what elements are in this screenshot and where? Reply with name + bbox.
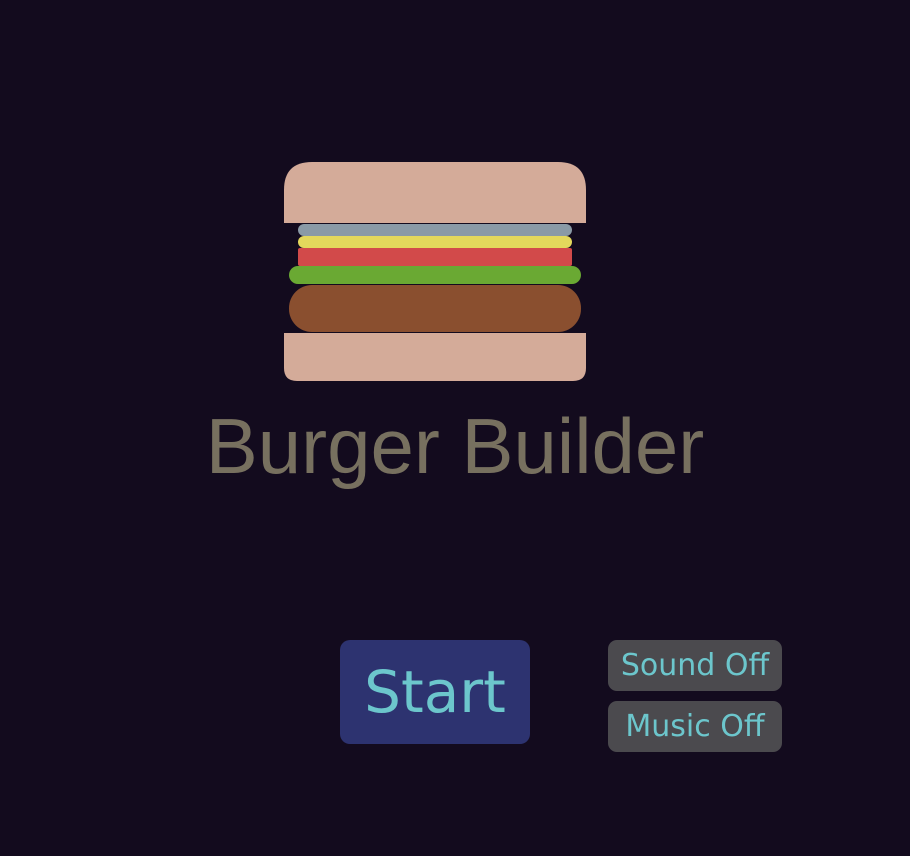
bottom-bun: [284, 333, 586, 381]
title-screen: Burger Builder Start Sound Off Music Off: [0, 0, 910, 856]
start-button[interactable]: Start: [340, 640, 530, 744]
patty-layer: [289, 285, 581, 332]
music-toggle-button[interactable]: Music Off: [608, 701, 782, 752]
cheese-layer: [298, 236, 572, 248]
onion-layer: [298, 224, 572, 236]
tomato-layer: [298, 248, 572, 266]
top-bun: [284, 162, 586, 223]
lettuce-layer: [289, 266, 581, 284]
sound-toggle-button[interactable]: Sound Off: [608, 640, 782, 691]
game-title: Burger Builder: [205, 402, 705, 490]
burger-logo: [284, 162, 586, 381]
